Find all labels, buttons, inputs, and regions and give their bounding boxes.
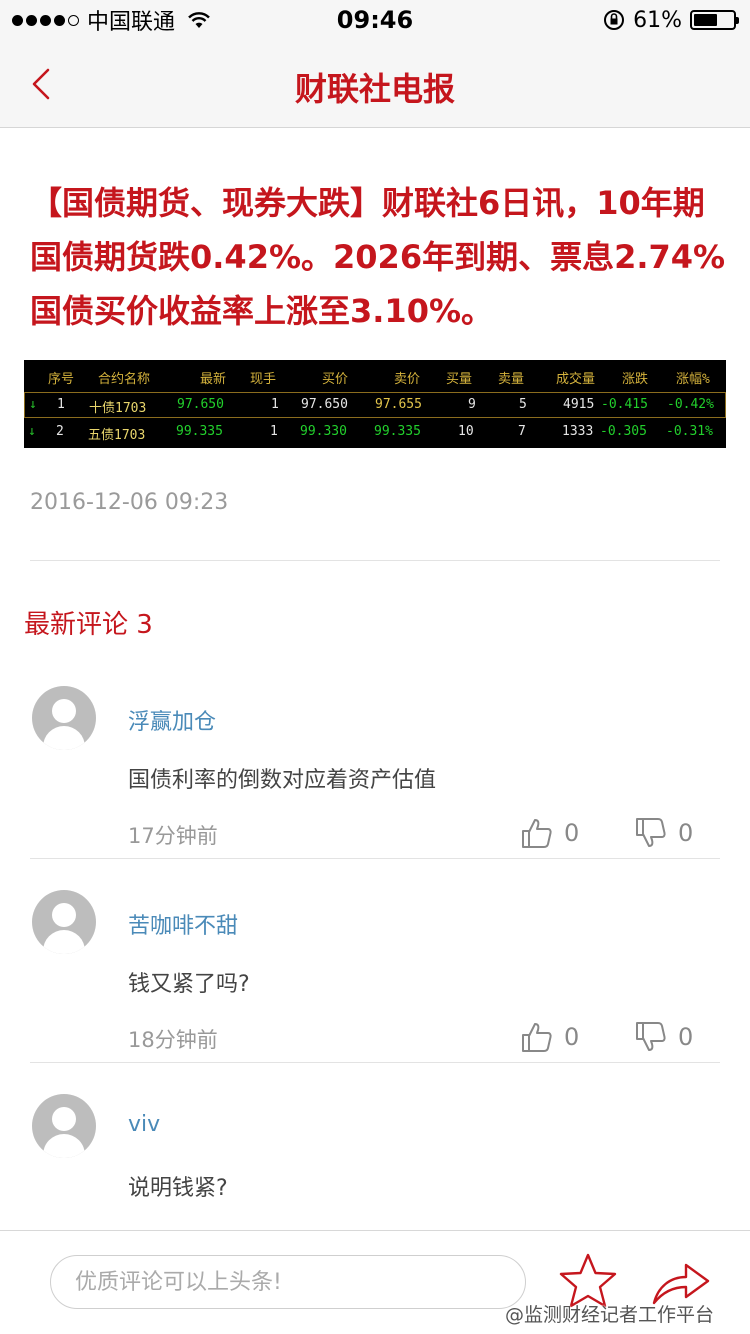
comment-input[interactable] bbox=[50, 1255, 526, 1309]
page-title: 财联社电报 bbox=[294, 70, 455, 108]
column-header: 最新 bbox=[200, 372, 227, 387]
dislike-button[interactable]: 0 bbox=[634, 1020, 693, 1054]
dislike-count: 0 bbox=[678, 819, 694, 847]
rotation-lock-icon bbox=[604, 10, 625, 30]
battery-percent: 61% bbox=[633, 7, 682, 33]
thumbs-down-icon bbox=[636, 1022, 666, 1051]
comment-time: 18分钟前 bbox=[128, 1028, 218, 1052]
column-header: 买价 bbox=[322, 372, 349, 387]
status-bar: 中国联通 09:46 61% bbox=[0, 0, 750, 40]
table-cell: 1 bbox=[271, 397, 279, 412]
table-row: ↓ 2 五债1703 99.335 1 99.330 99.335 10 7 1… bbox=[24, 420, 726, 446]
divider bbox=[30, 858, 720, 859]
table-cell: 五债1703 bbox=[88, 428, 146, 443]
table-header-row: 序号 合约名称 最新 现手 买价 卖价 买量 卖量 成交量 涨跌 涨幅% bbox=[24, 364, 726, 390]
table-cell: 十债1703 bbox=[89, 401, 147, 416]
table-cell: 1 bbox=[270, 424, 278, 439]
comment-username[interactable]: 苦咖啡不甜 bbox=[128, 908, 238, 940]
article-timestamp: 2016-12-06 09:23 bbox=[30, 490, 229, 515]
watermark: @监测财经记者工作平台 bbox=[505, 1304, 715, 1326]
dislike-count: 0 bbox=[678, 1023, 694, 1051]
thumbs-down-icon bbox=[636, 818, 666, 847]
table-cell: 99.335 bbox=[176, 424, 223, 439]
column-header: 卖量 bbox=[498, 372, 525, 387]
down-arrow-icon: ↓ bbox=[28, 424, 36, 439]
like-button[interactable]: 0 bbox=[520, 1020, 579, 1054]
avatar[interactable] bbox=[32, 1094, 96, 1158]
table-cell: 9 bbox=[468, 397, 476, 412]
column-header: 成交量 bbox=[556, 372, 596, 387]
comment-item: 苦咖啡不甜 钱又紧了吗? 18分钟前 0 0 bbox=[0, 890, 750, 1095]
nav-bar: 财联社电报 bbox=[0, 40, 750, 128]
table-cell: -0.415 bbox=[601, 397, 648, 412]
column-header: 卖价 bbox=[394, 372, 421, 387]
table-cell: 97.650 bbox=[301, 397, 348, 412]
column-header: 涨跌 bbox=[622, 372, 649, 387]
battery-icon bbox=[690, 10, 739, 30]
table-cell: 97.655 bbox=[375, 397, 422, 412]
table-cell: 97.650 bbox=[177, 397, 224, 412]
table-cell: -0.42% bbox=[667, 397, 714, 412]
comment-username[interactable]: viv bbox=[128, 1112, 160, 1137]
thumbs-up-icon bbox=[522, 1023, 552, 1052]
like-count: 0 bbox=[564, 819, 580, 847]
like-count: 0 bbox=[564, 1023, 580, 1051]
table-cell: 4915 bbox=[563, 397, 595, 412]
table-row: ↓ 1 十债1703 97.650 1 97.650 97.655 9 5 49… bbox=[24, 392, 726, 418]
dislike-button[interactable]: 0 bbox=[634, 816, 693, 850]
table-cell: -0.305 bbox=[600, 424, 647, 439]
table-cell: 99.330 bbox=[300, 424, 347, 439]
comment-text: 钱又紧了吗? bbox=[128, 972, 250, 997]
table-cell: 5 bbox=[519, 397, 527, 412]
article-headline: 【国债期货、现券大跌】财联社6日讯，10年期国债期货跌0.42%。2026年到期… bbox=[30, 184, 726, 330]
table-cell: 1 bbox=[57, 397, 65, 412]
comment-text: 说明钱紧? bbox=[128, 1176, 228, 1201]
divider bbox=[30, 1062, 720, 1063]
battery-level bbox=[694, 14, 718, 26]
quote-table: 序号 合约名称 最新 现手 买价 卖价 买量 卖量 成交量 涨跌 涨幅% ↓ 1… bbox=[24, 360, 726, 448]
comment-item: 浮赢加仓 国债利率的倒数对应着资产估值 17分钟前 0 0 bbox=[0, 686, 750, 891]
divider bbox=[30, 560, 720, 561]
table-cell: 99.335 bbox=[374, 424, 421, 439]
avatar[interactable] bbox=[32, 890, 96, 954]
table-cell: 2 bbox=[56, 424, 64, 439]
thumbs-up-icon bbox=[522, 819, 552, 848]
table-cell: 7 bbox=[518, 424, 526, 439]
comment-time: 17分钟前 bbox=[128, 824, 218, 848]
table-cell: 1333 bbox=[562, 424, 594, 439]
column-header: 现手 bbox=[250, 372, 277, 387]
column-header: 涨幅% bbox=[676, 372, 710, 387]
column-header: 买量 bbox=[446, 372, 473, 387]
comment-username[interactable]: 浮赢加仓 bbox=[128, 704, 216, 736]
like-button[interactable]: 0 bbox=[520, 816, 579, 850]
table-cell: -0.31% bbox=[666, 424, 713, 439]
avatar[interactable] bbox=[32, 686, 96, 750]
column-header: 合约名称 bbox=[98, 372, 151, 387]
down-arrow-icon: ↓ bbox=[29, 397, 37, 412]
column-header: 序号 bbox=[48, 372, 75, 387]
comments-title: 最新评论 3 bbox=[24, 610, 153, 640]
status-right: 61% bbox=[603, 6, 739, 34]
comment-text: 国债利率的倒数对应着资产估值 bbox=[128, 768, 437, 793]
table-cell: 10 bbox=[458, 424, 474, 439]
